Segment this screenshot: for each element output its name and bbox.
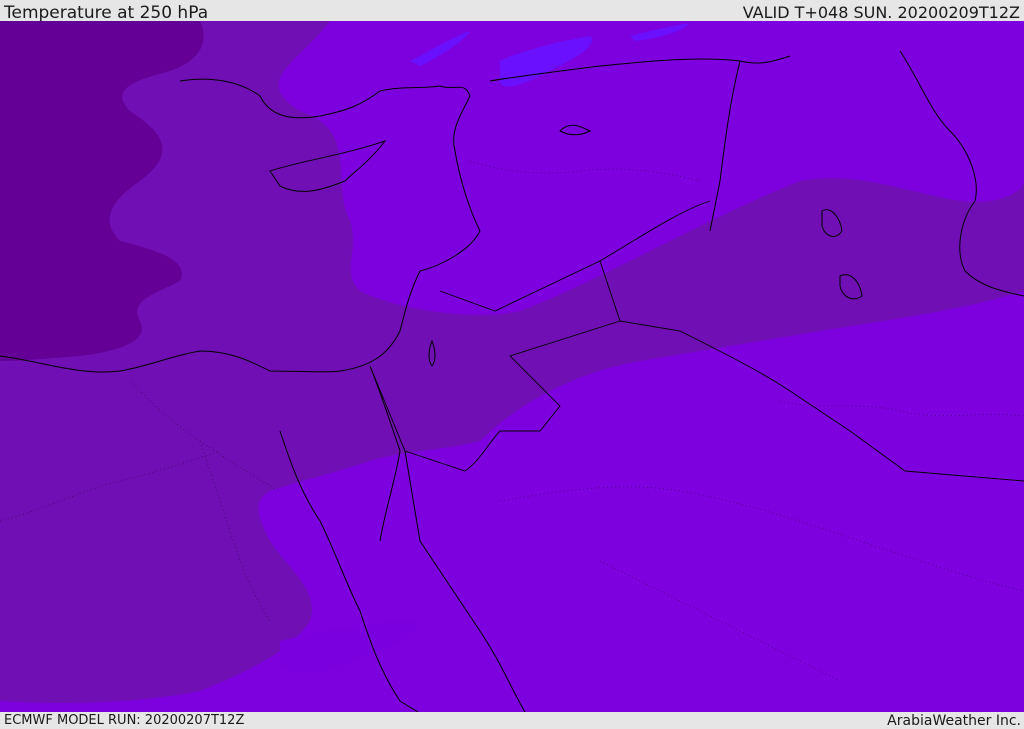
footer-bar: ECMWF MODEL RUN: 20200207T12Z ArabiaWeat…: [0, 712, 1024, 729]
credit-label: ArabiaWeather Inc.: [887, 713, 1021, 729]
header-bar: Temperature at 250 hPa VALID T+048 SUN. …: [0, 0, 1024, 23]
weather-map[interactable]: [0, 21, 1024, 712]
model-run-label: ECMWF MODEL RUN: 20200207T12Z: [4, 713, 245, 728]
map-canvas: [0, 21, 1024, 712]
map-title: Temperature at 250 hPa: [4, 3, 209, 23]
valid-time: VALID T+048 SUN. 20200209T12Z: [742, 3, 1020, 22]
